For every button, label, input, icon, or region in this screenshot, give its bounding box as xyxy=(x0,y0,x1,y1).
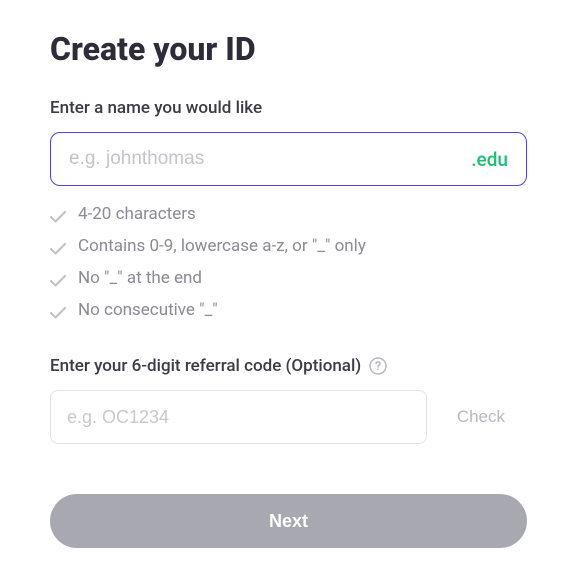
validation-rules: 4-20 characters Contains 0-9, lowercase … xyxy=(50,204,527,320)
referral-input[interactable] xyxy=(67,407,410,428)
page-title: Create your ID xyxy=(50,30,527,68)
next-button[interactable]: Next xyxy=(50,494,527,548)
referral-label-text: Enter your 6-digit referral code (Option… xyxy=(50,356,361,376)
rule-item: Contains 0-9, lowercase a-z, or "_" only xyxy=(50,236,527,256)
check-icon xyxy=(50,208,66,220)
domain-suffix: .edu xyxy=(471,148,508,171)
rule-item: No "_" at the end xyxy=(50,268,527,288)
name-input-wrapper: .edu xyxy=(50,132,527,186)
referral-input-wrapper xyxy=(50,390,427,444)
rule-text: No consecutive "_" xyxy=(78,300,218,320)
check-button[interactable]: Check xyxy=(435,390,527,444)
rule-item: No consecutive "_" xyxy=(50,300,527,320)
rule-text: 4-20 characters xyxy=(78,204,196,224)
name-input[interactable] xyxy=(69,148,471,170)
name-label: Enter a name you would like xyxy=(50,98,527,118)
check-icon xyxy=(50,240,66,252)
rule-item: 4-20 characters xyxy=(50,204,527,224)
help-icon[interactable] xyxy=(369,357,387,375)
check-icon xyxy=(50,272,66,284)
rule-text: Contains 0-9, lowercase a-z, or "_" only xyxy=(78,236,366,256)
referral-label: Enter your 6-digit referral code (Option… xyxy=(50,356,527,376)
rule-text: No "_" at the end xyxy=(78,268,202,288)
referral-row: Check xyxy=(50,390,527,444)
check-icon xyxy=(50,304,66,316)
